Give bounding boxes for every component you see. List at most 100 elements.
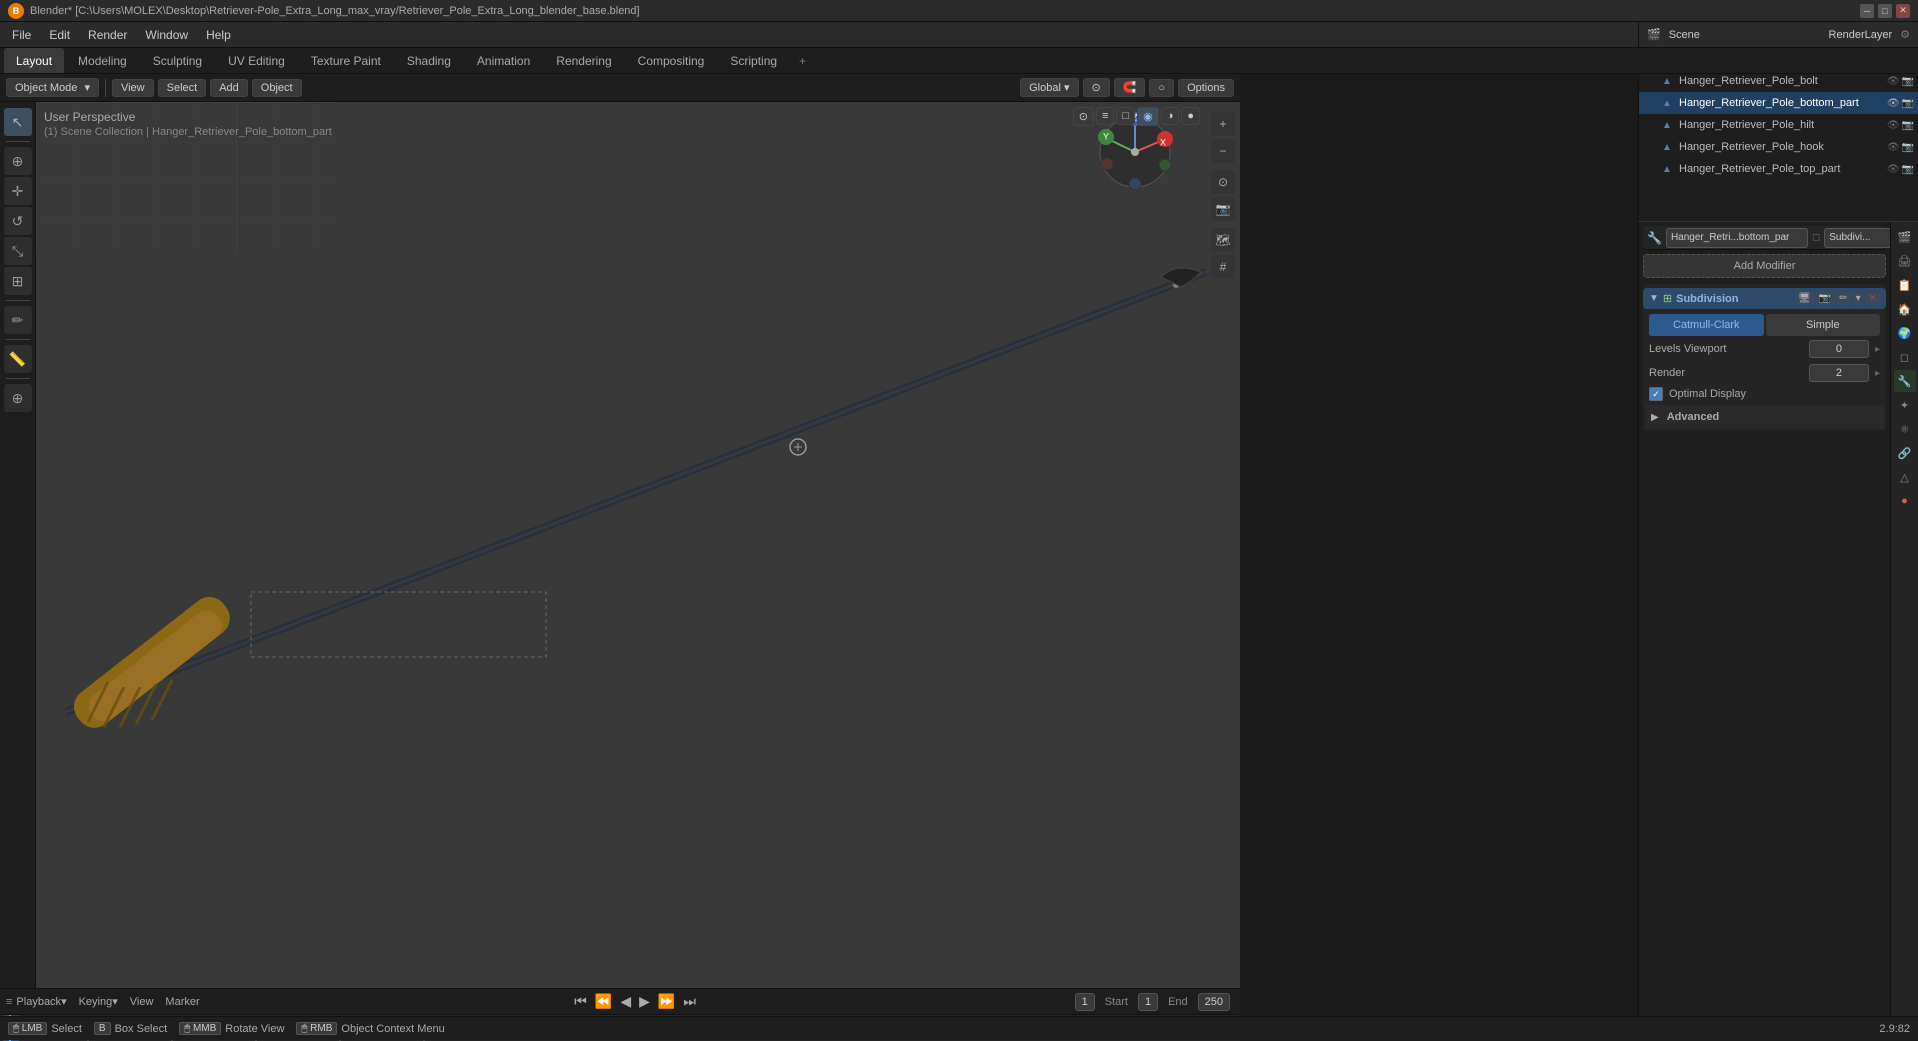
expand-icon[interactable]: ▼: [1649, 293, 1659, 304]
zoom-in-btn[interactable]: +: [1211, 112, 1235, 136]
simple-btn[interactable]: Simple: [1766, 314, 1881, 336]
render-level-value[interactable]: 2: [1809, 364, 1869, 382]
render-icon-2[interactable]: 📷: [1902, 98, 1914, 109]
local-view-btn[interactable]: 🗺: [1211, 228, 1235, 252]
prop-tab-world[interactable]: 🌍: [1894, 322, 1916, 344]
cursor-tool-btn[interactable]: ⊕: [4, 147, 32, 175]
menu-render[interactable]: Render: [80, 26, 135, 44]
outliner-item-bottom-part[interactable]: ▲ Hanger_Retriever_Pole_bottom_part 👁 📷: [1639, 92, 1918, 114]
levels-viewport-expand[interactable]: ▸: [1875, 344, 1880, 355]
tab-texture-paint[interactable]: Texture Paint: [299, 48, 393, 73]
add-modifier-btn[interactable]: Add Modifier: [1643, 254, 1886, 278]
visibility-icon-2[interactable]: 👁: [1887, 98, 1900, 109]
modifier-realtime-icon[interactable]: 🖥: [1795, 292, 1814, 305]
prop-tab-scene[interactable]: 🏠: [1894, 298, 1916, 320]
render-icon-1[interactable]: 📷: [1902, 76, 1914, 87]
visibility-icon-1[interactable]: 👁: [1887, 76, 1900, 87]
render-icon-3[interactable]: 📷: [1902, 120, 1914, 131]
annotate-tool-btn[interactable]: ✏: [4, 306, 32, 334]
tab-compositing[interactable]: Compositing: [626, 48, 717, 73]
menu-file[interactable]: File: [4, 26, 39, 44]
view-menu[interactable]: View: [112, 79, 154, 97]
proportional-btn[interactable]: ○: [1149, 79, 1174, 97]
play-btn[interactable]: ▶: [639, 993, 650, 1010]
levels-viewport-value[interactable]: 0: [1809, 340, 1869, 358]
snap-btn[interactable]: 🧲: [1114, 78, 1146, 97]
camera-view-btn[interactable]: 📷: [1211, 197, 1235, 221]
render-btn[interactable]: ●: [1181, 107, 1200, 125]
marker-label[interactable]: Marker: [165, 996, 199, 1008]
prop-tab-data[interactable]: △: [1894, 466, 1916, 488]
next-frame-btn[interactable]: ⏩: [658, 993, 675, 1010]
viewport[interactable]: User Perspective (1) Scene Collection | …: [36, 102, 1240, 988]
outliner-item-hilt[interactable]: ▲ Hanger_Retriever_Pole_hilt 👁 📷: [1639, 114, 1918, 136]
modifier-edit-icon[interactable]: ✏: [1836, 292, 1850, 305]
tab-rendering[interactable]: Rendering: [544, 48, 623, 73]
measure-tool-btn[interactable]: 📏: [4, 345, 32, 373]
outliner-item-top-part[interactable]: ▲ Hanger_Retriever_Pole_top_part 👁 📷: [1639, 158, 1918, 180]
object-name-input[interactable]: [1666, 228, 1808, 248]
optimal-display-checkbox[interactable]: ✓: [1649, 387, 1663, 401]
modifier-render-icon[interactable]: 📷: [1816, 292, 1834, 305]
object-menu[interactable]: Object: [252, 79, 302, 97]
view-label[interactable]: View: [130, 996, 154, 1008]
options-btn[interactable]: Options: [1178, 79, 1234, 97]
scale-tool-btn[interactable]: ⤡: [4, 237, 32, 265]
tab-shading[interactable]: Shading: [395, 48, 463, 73]
zoom-out-btn[interactable]: −: [1211, 139, 1235, 163]
render-icon-5[interactable]: 📷: [1902, 164, 1914, 175]
current-frame-field[interactable]: 1: [1075, 993, 1095, 1011]
add-menu[interactable]: Add: [210, 79, 248, 97]
play-back-btn[interactable]: ◀: [620, 993, 631, 1010]
move-tool-btn[interactable]: ✛: [4, 177, 32, 205]
keying-label[interactable]: Keying▾: [79, 995, 118, 1008]
overlay-btn[interactable]: ⊙: [1073, 107, 1094, 126]
visibility-icon-3[interactable]: 👁: [1887, 120, 1900, 131]
render-icon-4[interactable]: 📷: [1902, 142, 1914, 153]
modifier-close-icon[interactable]: ✕: [1866, 292, 1880, 305]
global-space[interactable]: Global ▾: [1020, 78, 1078, 97]
solid-btn[interactable]: ◉: [1137, 107, 1159, 126]
jump-start-btn[interactable]: ⏮: [574, 993, 587, 1010]
jump-end-btn[interactable]: ⏭: [683, 993, 696, 1010]
grid-btn[interactable]: #: [1211, 255, 1235, 279]
tab-layout[interactable]: Layout: [4, 48, 64, 73]
add-workspace-button[interactable]: +: [791, 48, 814, 73]
prop-tab-particles[interactable]: ✦: [1894, 394, 1916, 416]
visibility-icon-5[interactable]: 👁: [1887, 164, 1900, 175]
pivot-btn[interactable]: ⊙: [1083, 78, 1110, 97]
prop-tab-output[interactable]: 🖨: [1894, 250, 1916, 272]
modifier-expand-icon[interactable]: ▾: [1853, 292, 1864, 305]
menu-help[interactable]: Help: [198, 26, 239, 44]
catmull-clark-btn[interactable]: Catmull-Clark: [1649, 314, 1764, 336]
start-frame-field[interactable]: 1: [1138, 993, 1158, 1011]
select-menu[interactable]: Select: [158, 79, 207, 97]
menu-edit[interactable]: Edit: [41, 26, 78, 44]
tab-scripting[interactable]: Scripting: [718, 48, 789, 73]
modifier-label-input[interactable]: [1824, 228, 1890, 248]
advanced-expand-icon[interactable]: ▶: [1651, 412, 1659, 423]
visibility-icon-4[interactable]: 👁: [1887, 142, 1900, 153]
rotate-tool-btn[interactable]: ↺: [4, 207, 32, 235]
maximize-button[interactable]: □: [1878, 4, 1892, 18]
prop-tab-modifier[interactable]: 🔧: [1894, 370, 1916, 392]
outliner-item-hook[interactable]: ▲ Hanger_Retriever_Pole_hook 👁 📷: [1639, 136, 1918, 158]
transform-tool-btn[interactable]: ⊞: [4, 267, 32, 295]
add-tool-btn[interactable]: ⊕: [4, 384, 32, 412]
wireframe-btn[interactable]: □: [1116, 107, 1135, 125]
minimize-button[interactable]: ─: [1860, 4, 1874, 18]
prop-tab-view-layer[interactable]: 📋: [1894, 274, 1916, 296]
prop-tab-render[interactable]: 🎬: [1894, 226, 1916, 248]
gizmo-toggle-btn[interactable]: ≡: [1096, 107, 1114, 125]
prop-tab-material[interactable]: ●: [1894, 490, 1916, 512]
menu-window[interactable]: Window: [137, 26, 196, 44]
tab-animation[interactable]: Animation: [465, 48, 542, 73]
mode-select[interactable]: Object Mode ▾: [6, 78, 99, 97]
select-tool-btn[interactable]: ↖: [4, 108, 32, 136]
end-frame-field[interactable]: 250: [1198, 993, 1230, 1011]
material-btn[interactable]: ◑: [1161, 107, 1180, 125]
tab-uv-editing[interactable]: UV Editing: [216, 48, 297, 73]
tab-modeling[interactable]: Modeling: [66, 48, 139, 73]
render-expand[interactable]: ▸: [1875, 368, 1880, 379]
prop-tab-constraints[interactable]: 🔗: [1894, 442, 1916, 464]
